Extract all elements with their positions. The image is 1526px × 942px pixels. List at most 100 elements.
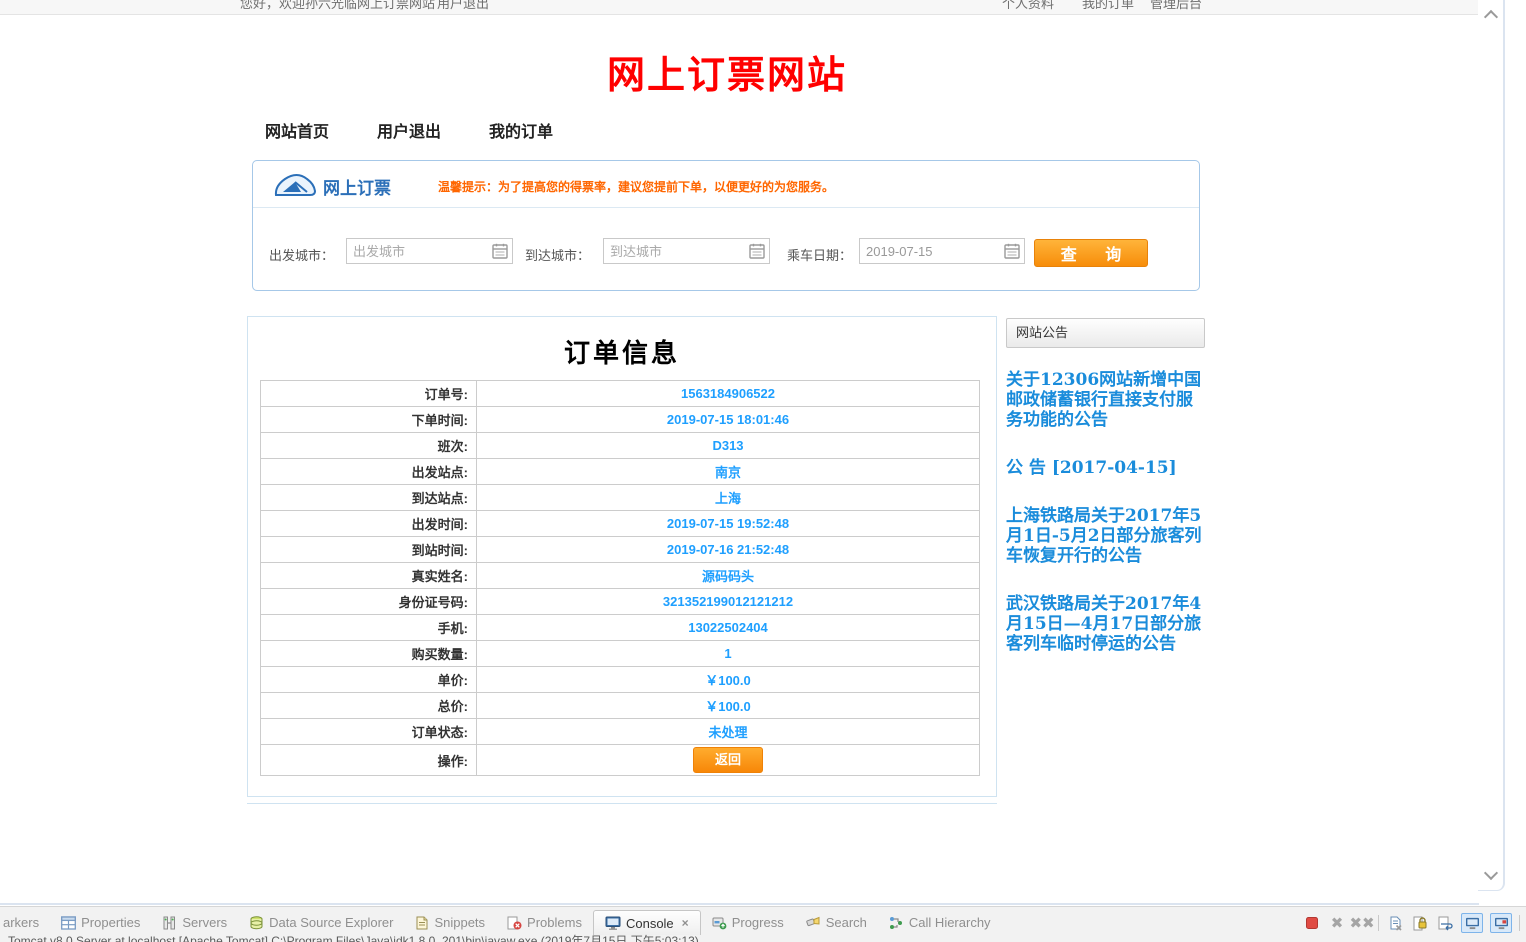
- announcement-link[interactable]: 公 告 [2017-04-15]: [1006, 458, 1205, 478]
- toolbar-separator: [1519, 915, 1520, 931]
- table-row: 真实姓名:源码码头: [261, 563, 980, 589]
- scroll-up-icon[interactable]: [1484, 10, 1498, 24]
- row-label: 真实姓名:: [261, 563, 477, 589]
- table-row: 出发站点:南京: [261, 459, 980, 485]
- train-logo-icon: [273, 170, 317, 199]
- row-label: 班次:: [261, 433, 477, 459]
- announcements-header: 网站公告: [1006, 318, 1205, 348]
- order-info-title: 订单信息: [248, 333, 996, 370]
- announcements-list: 关于12306网站新增中国邮政储蓄银行直接支付服务功能的公告 公 告 [2017…: [1006, 370, 1205, 654]
- calendar-icon[interactable]: [492, 243, 508, 259]
- row-value: ￥100.0: [477, 693, 980, 719]
- welcome-text: 您好，欢迎孙六光临网上订票网站: [240, 0, 435, 12]
- table-row: 总价:￥100.0: [261, 693, 980, 719]
- snippets-icon: [415, 916, 429, 930]
- nav-item-home[interactable]: 网站首页: [265, 118, 329, 142]
- row-label: 单价:: [261, 667, 477, 693]
- scroll-down-icon[interactable]: [1484, 866, 1498, 880]
- problems-icon: [507, 916, 522, 930]
- search-button[interactable]: 查 询: [1034, 239, 1148, 267]
- announcement-link[interactable]: 上海铁路局关于2017年5月1日-5月2日部分旅客列车恢复开行的公告: [1006, 506, 1205, 566]
- table-row: 到站时间:2019-07-16 21:52:48: [261, 537, 980, 563]
- table-row: 单价:￥100.0: [261, 667, 980, 693]
- table-row: 到达站点:上海: [261, 485, 980, 511]
- open-console-icon[interactable]: [1490, 913, 1512, 933]
- top-bar: 您好，欢迎孙六光临网上订票网站 用户退出 个人资料 我的订单 管理后台: [0, 0, 1504, 15]
- row-label: 到达站点:: [261, 485, 477, 511]
- ride-date-label: 乘车日期：: [787, 245, 852, 264]
- table-row: 购买数量:1: [261, 641, 980, 667]
- row-value: 返回: [477, 745, 980, 776]
- topbar-logout-link[interactable]: 用户退出: [437, 0, 489, 12]
- nav-item-logout[interactable]: 用户退出: [377, 118, 441, 142]
- search-panel-brand: 网上订票: [323, 174, 391, 199]
- search-panel-tip: 温馨提示：为了提高您的得票率，建议您提前下单，以便更好的为您服务。: [438, 178, 834, 195]
- to-city-label: 到达城市：: [525, 245, 590, 264]
- browser-border: [0, 903, 1479, 905]
- browser-page: 您好，欢迎孙六光临网上订票网站 用户退出 个人资料 我的订单 管理后台 网上订票…: [0, 0, 1526, 942]
- topbar-admin-link[interactable]: 管理后台: [1150, 0, 1202, 12]
- row-label: 订单状态:: [261, 719, 477, 745]
- row-label: 操作:: [261, 745, 477, 776]
- scroll-lock-icon[interactable]: [1411, 914, 1429, 932]
- row-value: 1: [477, 641, 980, 667]
- topbar-myorders-link[interactable]: 我的订单: [1082, 0, 1134, 12]
- row-label: 出发时间:: [261, 511, 477, 537]
- table-row: 下单时间:2019-07-15 18:01:46: [261, 407, 980, 433]
- row-value: D313: [477, 433, 980, 459]
- ticket-search-panel: 网上订票 温馨提示：为了提高您的得票率，建议您提前下单，以便更好的为您服务。 出…: [252, 160, 1200, 291]
- order-info-panel: 订单信息 订单号:1563184906522 下单时间:2019-07-15 1…: [247, 316, 997, 797]
- calendar-icon[interactable]: [1004, 243, 1020, 259]
- row-value: 南京: [477, 459, 980, 485]
- row-label: 总价:: [261, 693, 477, 719]
- vertical-scrollbar[interactable]: [1478, 0, 1505, 891]
- eclipse-view-bar: arkers Properties Servers Data Source Ex…: [0, 906, 1526, 942]
- order-table: 订单号:1563184906522 下单时间:2019-07-15 18:01:…: [260, 380, 980, 776]
- table-row: 班次:D313: [261, 433, 980, 459]
- remove-launch-icon[interactable]: ✖: [1328, 914, 1346, 932]
- properties-icon: [61, 916, 76, 930]
- ride-date-input[interactable]: [859, 238, 1025, 264]
- row-label: 购买数量:: [261, 641, 477, 667]
- search-panel-header: 网上订票 温馨提示：为了提高您的得票率，建议您提前下单，以便更好的为您服务。: [253, 161, 1199, 208]
- row-value: 1563184906522: [477, 381, 980, 407]
- announcement-link[interactable]: 关于12306网站新增中国邮政储蓄银行直接支付服务功能的公告: [1006, 370, 1205, 430]
- pin-console-icon[interactable]: [1461, 913, 1483, 933]
- row-value: 源码码头: [477, 563, 980, 589]
- word-wrap-icon[interactable]: [1436, 914, 1454, 932]
- to-city-input[interactable]: [603, 238, 770, 264]
- calendar-icon[interactable]: [749, 243, 765, 259]
- console-status-line: Tomcat v8.0 Server at localhost [Apache …: [8, 932, 1508, 942]
- from-city-label: 出发城市：: [269, 245, 334, 264]
- table-row: 手机:13022502404: [261, 615, 980, 641]
- page-title: 网上订票网站: [252, 44, 1202, 99]
- console-icon: [605, 916, 621, 930]
- remove-all-launches-icon[interactable]: ✖✖: [1353, 914, 1371, 932]
- row-label: 到站时间:: [261, 537, 477, 563]
- row-label: 手机:: [261, 615, 477, 641]
- back-button[interactable]: 返回: [693, 747, 763, 773]
- table-row: 身份证号码:321352199012121212: [261, 589, 980, 615]
- row-value: 321352199012121212: [477, 589, 980, 615]
- search-icon: [806, 916, 821, 930]
- row-value: 2019-07-15 19:52:48: [477, 511, 980, 537]
- close-icon[interactable]: ×: [682, 916, 689, 930]
- call-hierarchy-icon: [889, 916, 904, 930]
- announcement-link[interactable]: 武汉铁路局关于2017年4月15日—4月17日部分旅客列车临时停运的公告: [1006, 594, 1205, 654]
- terminate-icon[interactable]: [1303, 914, 1321, 932]
- progress-icon: [712, 916, 727, 930]
- clear-console-icon[interactable]: [1386, 914, 1404, 932]
- topbar-profile-link[interactable]: 个人资料: [1002, 0, 1054, 12]
- table-row: 操作: 返回: [261, 745, 980, 776]
- row-value: ￥100.0: [477, 667, 980, 693]
- row-label: 订单号:: [261, 381, 477, 407]
- row-label: 出发站点:: [261, 459, 477, 485]
- row-value: 上海: [477, 485, 980, 511]
- from-city-input[interactable]: [346, 238, 513, 264]
- table-row: 订单状态:未处理: [261, 719, 980, 745]
- console-toolbar: ✖ ✖✖: [1303, 913, 1520, 933]
- main-nav: 网站首页 用户退出 我的订单: [265, 118, 553, 142]
- row-value: 13022502404: [477, 615, 980, 641]
- row-label: 身份证号码:: [261, 589, 477, 615]
- nav-item-my-orders[interactable]: 我的订单: [489, 118, 553, 142]
